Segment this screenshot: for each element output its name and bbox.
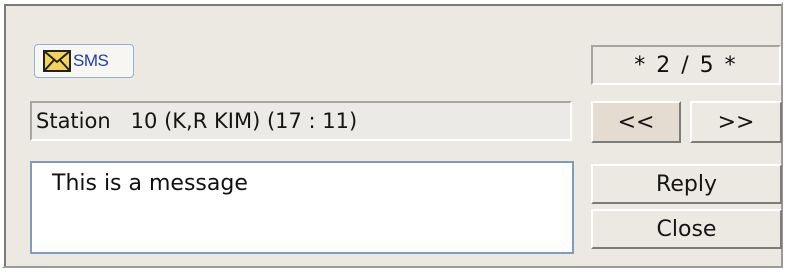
sms-button-label: SMS (73, 51, 109, 70)
reply-button[interactable]: Reply (591, 164, 782, 204)
message-counter: * 2 / 5 * (591, 45, 781, 85)
envelope-icon (43, 50, 71, 72)
sms-message-window: SMS * 2 / 5 * Station 10 (K,R KIM) (17 :… (2, 2, 783, 268)
station-info: Station 10 (K,R KIM) (17 : 11) (30, 101, 572, 141)
close-button[interactable]: Close (591, 209, 782, 249)
message-textbox[interactable]: This is a message (30, 161, 574, 254)
sms-button[interactable]: SMS (34, 44, 134, 78)
previous-message-button[interactable]: << (591, 101, 681, 143)
next-message-button[interactable]: >> (690, 101, 782, 143)
